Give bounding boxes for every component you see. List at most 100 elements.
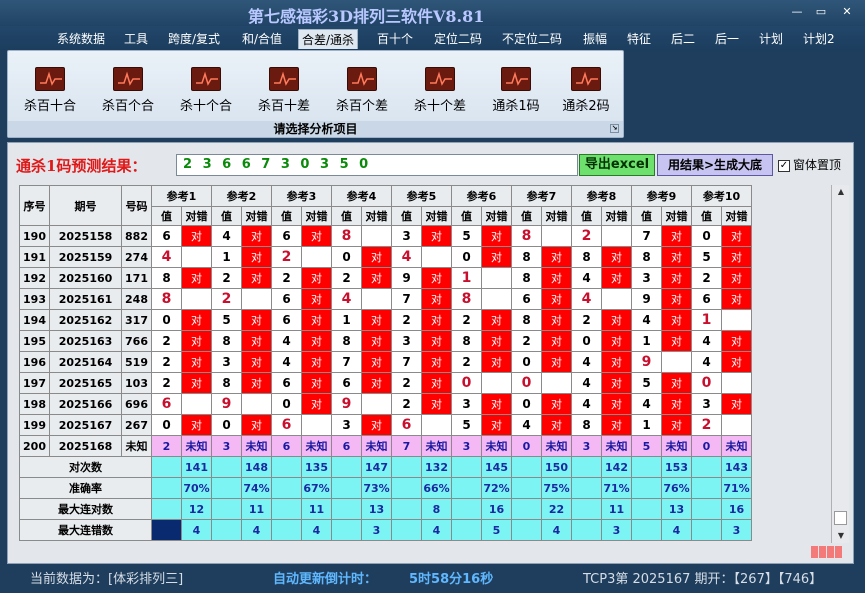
table-row[interactable]: 200 2025168 未知 2 未知 3 未知 6 未知 6 未知 7 未知 3 未知 0 未知 3 未知 5 未知 0… bbox=[19, 435, 752, 457]
col-value: 值 bbox=[571, 206, 602, 226]
cell-hit: 对 bbox=[241, 309, 272, 331]
cell-value: 8 bbox=[511, 225, 542, 247]
table-row[interactable]: 198 2025166 696 6 9 0 对 9 2 对 3 对 0 对 4 对 4 对 3 对 bbox=[19, 393, 752, 415]
table-row[interactable]: 193 2025161 248 8 2 6 对 4 7 对 8 6 对 4 9 对 6 对 bbox=[19, 288, 752, 310]
menu-item-last-two[interactable]: 后二 bbox=[668, 29, 698, 49]
kill-shi-ge-he-button[interactable]: 杀十个合 bbox=[173, 67, 239, 117]
kill-one-code-button[interactable]: 通杀1码 bbox=[483, 67, 549, 117]
cell-value: 4 bbox=[211, 225, 242, 247]
cell-hit: 对 bbox=[421, 372, 452, 394]
cell-value: 8 bbox=[151, 288, 182, 310]
chart-icon bbox=[269, 67, 299, 91]
cell-value: 6 bbox=[271, 225, 302, 247]
cell-value: 9 bbox=[631, 351, 662, 373]
stats-spacer bbox=[511, 456, 542, 478]
cell-value: 6 bbox=[691, 288, 722, 310]
table-row[interactable]: 196 2025164 519 2 对 3 对 4 对 7 对 7 对 2 对 0 对 4 对 9 4 对 bbox=[19, 351, 752, 373]
menu-item-kill[interactable]: 合差/通杀 bbox=[298, 29, 359, 49]
cell-hit: 对 bbox=[421, 351, 452, 373]
close-button[interactable]: ✕ bbox=[838, 5, 856, 19]
cell-seq: 192 bbox=[19, 267, 50, 289]
cell-value: 2 bbox=[691, 267, 722, 289]
cell-hit: 未知 bbox=[541, 435, 572, 457]
menu-item-plan[interactable]: 计划 bbox=[756, 29, 786, 49]
cell-hit: 对 bbox=[541, 246, 572, 268]
cell-hit: 对 bbox=[721, 393, 752, 415]
prediction-result-field[interactable]: 2 3 6 6 7 3 0 3 5 0 bbox=[176, 154, 578, 176]
stats-spacer bbox=[571, 519, 602, 541]
restore-button[interactable]: ▭ bbox=[812, 5, 830, 19]
export-excel-button[interactable]: 导出excel bbox=[579, 154, 655, 176]
analysis-ribbon: 杀百十合 杀百个合 杀十个合 杀百十差 杀百个差 杀十个差 通杀1码 通杀2码 … bbox=[7, 50, 624, 138]
cell-hit bbox=[541, 225, 572, 247]
cell-hit: 对 bbox=[481, 351, 512, 373]
cell-hit: 对 bbox=[601, 267, 632, 289]
topmost-checkbox[interactable]: ✓ 窗体置顶 bbox=[778, 156, 841, 173]
scroll-down-icon[interactable]: ▼ bbox=[832, 529, 850, 543]
cell-seq: 193 bbox=[19, 288, 50, 310]
cell-hit: 未知 bbox=[601, 435, 632, 457]
cell-value: 2 bbox=[211, 267, 242, 289]
cell-issue: 2025168 bbox=[49, 435, 122, 457]
cell-hit: 对 bbox=[181, 225, 212, 247]
cell-hit: 对 bbox=[301, 267, 332, 289]
cell-seq: 199 bbox=[19, 414, 50, 436]
stats-value: 74% bbox=[241, 477, 272, 499]
minimize-button[interactable]: — bbox=[788, 5, 806, 19]
menu-item-span[interactable]: 跨度/复式 bbox=[165, 29, 223, 49]
vertical-scrollbar[interactable]: ▲ ▼ bbox=[831, 185, 849, 543]
kill-bai-ge-cha-button[interactable]: 杀百个差 bbox=[329, 67, 395, 117]
table-row[interactable]: 191 2025159 274 4 1 对 2 0 对 4 0 对 8 对 8 对 8 对 5 对 bbox=[19, 246, 752, 268]
menu-item-nonposition-two[interactable]: 不定位二码 bbox=[499, 29, 565, 49]
table-row[interactable]: 192 2025160 171 8 对 2 对 2 对 2 对 9 对 1 8 对 4 对 3 对 2 对 bbox=[19, 267, 752, 289]
menu-item-digits[interactable]: 百十个 bbox=[374, 29, 416, 49]
cell-value: 2 bbox=[391, 393, 422, 415]
stats-value: 3 bbox=[361, 519, 392, 541]
cell-hit bbox=[421, 246, 452, 268]
kill-two-code-button[interactable]: 通杀2码 bbox=[553, 67, 619, 117]
menu-item-amplitude[interactable]: 振幅 bbox=[580, 29, 610, 49]
menu-item-feature[interactable]: 特征 bbox=[624, 29, 654, 49]
cell-hit bbox=[241, 393, 272, 415]
cell-hit bbox=[601, 225, 632, 247]
stats-label: 最大连错数 bbox=[19, 519, 152, 541]
kill-shi-ge-cha-button[interactable]: 杀十个差 bbox=[407, 67, 473, 117]
menu-item-system-data[interactable]: 系统数据 bbox=[54, 29, 108, 49]
generate-base-button[interactable]: 用结果>生成大底 bbox=[657, 154, 773, 176]
cell-value: 6 bbox=[331, 435, 362, 457]
cell-hit: 对 bbox=[601, 309, 632, 331]
cell-value: 4 bbox=[691, 351, 722, 373]
col-seq: 序号 bbox=[19, 185, 50, 226]
stats-spacer bbox=[271, 519, 302, 541]
kill-bai-ge-he-button[interactable]: 杀百个合 bbox=[95, 67, 161, 117]
table-row[interactable]: 194 2025162 317 0 对 5 对 6 对 1 对 2 对 2 对 8 对 2 对 4 对 1 bbox=[19, 309, 752, 331]
cell-hit: 对 bbox=[541, 414, 572, 436]
cell-hit bbox=[361, 393, 392, 415]
cell-value: 4 bbox=[511, 414, 542, 436]
cell-value: 5 bbox=[631, 435, 662, 457]
menu-item-position-two[interactable]: 定位二码 bbox=[431, 29, 485, 49]
cell-value: 0 bbox=[511, 372, 542, 394]
menu-item-tools[interactable]: 工具 bbox=[121, 29, 151, 49]
dialog-launcher-icon[interactable]: ↘ bbox=[610, 124, 619, 133]
scrollbar-thumb[interactable] bbox=[834, 511, 847, 525]
kill-bai-shi-he-button[interactable]: 杀百十合 bbox=[17, 67, 83, 117]
kill-bai-shi-cha-button[interactable]: 杀百十差 bbox=[251, 67, 317, 117]
scroll-up-icon[interactable]: ▲ bbox=[832, 185, 850, 199]
cell-seq: 197 bbox=[19, 372, 50, 394]
menu-item-sum[interactable]: 和/合值 bbox=[239, 29, 285, 49]
cell-num: 103 bbox=[121, 372, 152, 394]
stats-row: 对次数 141 148 135 147 132 145 150 142 153 143 bbox=[19, 456, 752, 478]
stats-value: 12 bbox=[181, 498, 212, 520]
cell-value: 0 bbox=[511, 435, 542, 457]
cell-value: 5 bbox=[211, 309, 242, 331]
table-row[interactable]: 197 2025165 103 2 对 8 对 6 对 6 对 2 对 0 0 4 对 5 对 0 bbox=[19, 372, 752, 394]
table-row[interactable]: 190 2025158 882 6 对 4 对 6 对 8 3 对 5 对 8 2 7 对 0 对 bbox=[19, 225, 752, 247]
menu-item-last-one[interactable]: 后一 bbox=[712, 29, 742, 49]
cell-hit: 对 bbox=[241, 351, 272, 373]
table-row[interactable]: 195 2025163 766 2 对 8 对 4 对 8 对 3 对 8 对 2 对 0 对 1 对 4 对 bbox=[19, 330, 752, 352]
cell-seq: 190 bbox=[19, 225, 50, 247]
cell-hit: 对 bbox=[721, 225, 752, 247]
table-row[interactable]: 199 2025167 267 0 对 0 对 6 3 对 6 5 对 4 对 8 对 1 对 2 bbox=[19, 414, 752, 436]
menu-item-plan2[interactable]: 计划2 bbox=[800, 29, 838, 49]
